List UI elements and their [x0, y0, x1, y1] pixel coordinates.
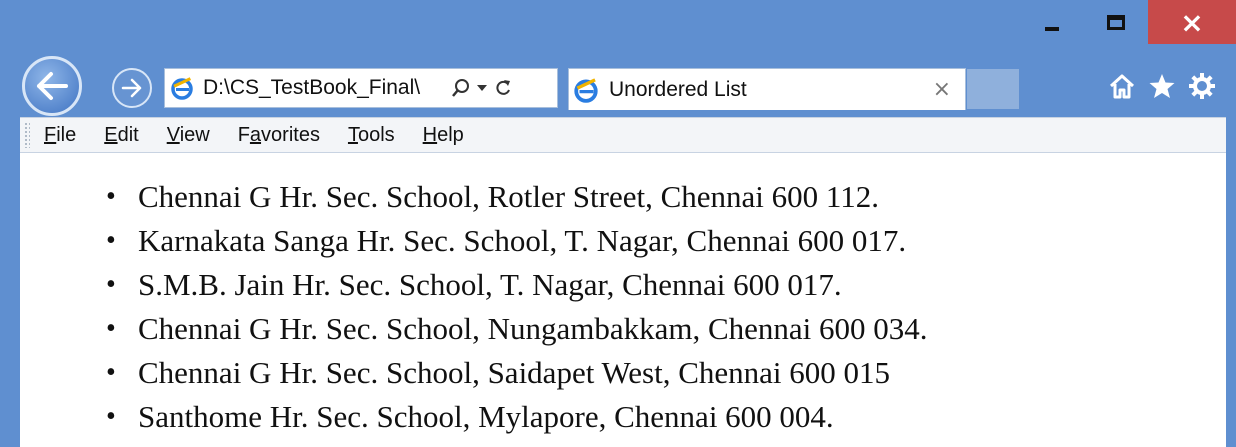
toolbar-right-icons — [1108, 72, 1216, 107]
forward-arrow-icon — [121, 78, 142, 98]
menu-file[interactable]: File — [44, 124, 76, 147]
maximize-button[interactable] — [1084, 0, 1148, 44]
list-item: S.M.B. Jain Hr. Sec. School, T. Nagar, C… — [106, 263, 1226, 307]
menu-edit[interactable]: Edit — [104, 124, 138, 147]
back-button[interactable] — [22, 56, 82, 116]
close-button[interactable]: × — [1148, 0, 1236, 44]
window-caption-buttons: × — [1020, 0, 1236, 48]
minimize-button[interactable] — [1020, 0, 1084, 44]
list-item: Chennai G Hr. Sec. School, Nungambakkam,… — [106, 307, 1226, 351]
star-icon[interactable] — [1148, 72, 1176, 107]
maximize-icon — [1107, 14, 1125, 30]
internet-explorer-icon — [573, 77, 599, 103]
list-item: Santhome Hr. Sec. School, Mylapore, Chen… — [106, 395, 1226, 439]
home-icon[interactable] — [1108, 72, 1136, 107]
tab-title: Unordered List — [609, 77, 747, 101]
menu-tools[interactable]: Tools — [348, 124, 395, 147]
new-tab-button[interactable] — [967, 69, 1019, 109]
tab-close-icon[interactable]: × — [933, 77, 951, 102]
list-item: Chennai G Hr. Sec. School, Saidapet West… — [106, 351, 1226, 395]
page-content: Chennai G Hr. Sec. School, Rotler Street… — [20, 153, 1226, 447]
menu-view[interactable]: View — [167, 124, 210, 147]
menu-bar: File Edit View Favorites Tools Help — [20, 117, 1226, 153]
address-text[interactable]: D:\CS_TestBook_Final\ — [203, 76, 447, 100]
school-list: Chennai G Hr. Sec. School, Rotler Street… — [20, 153, 1226, 439]
address-bar[interactable]: D:\CS_TestBook_Final\ — [164, 68, 558, 108]
search-icon[interactable] — [451, 78, 471, 98]
refresh-icon[interactable] — [493, 78, 513, 98]
internet-explorer-icon — [169, 75, 195, 101]
forward-button[interactable] — [112, 68, 152, 108]
browser-window: × D:\CS_TestBook_Final\ Unordered List ×… — [0, 0, 1236, 447]
tab-unordered-list[interactable]: Unordered List × — [568, 68, 966, 110]
navigation-bar: D:\CS_TestBook_Final\ Unordered List × — [22, 54, 1236, 116]
list-item: Karnakata Sanga Hr. Sec. School, T. Naga… — [106, 219, 1226, 263]
minimize-icon — [1045, 27, 1059, 31]
gear-icon[interactable] — [1188, 72, 1216, 107]
menu-help[interactable]: Help — [423, 124, 464, 147]
chevron-down-icon[interactable] — [477, 84, 487, 92]
menu-favorites[interactable]: Favorites — [238, 124, 320, 147]
list-item: Chennai G Hr. Sec. School, Rotler Street… — [106, 175, 1226, 219]
menu-grip-handle[interactable] — [24, 122, 30, 148]
back-arrow-icon — [37, 72, 68, 100]
address-tools — [451, 78, 513, 98]
